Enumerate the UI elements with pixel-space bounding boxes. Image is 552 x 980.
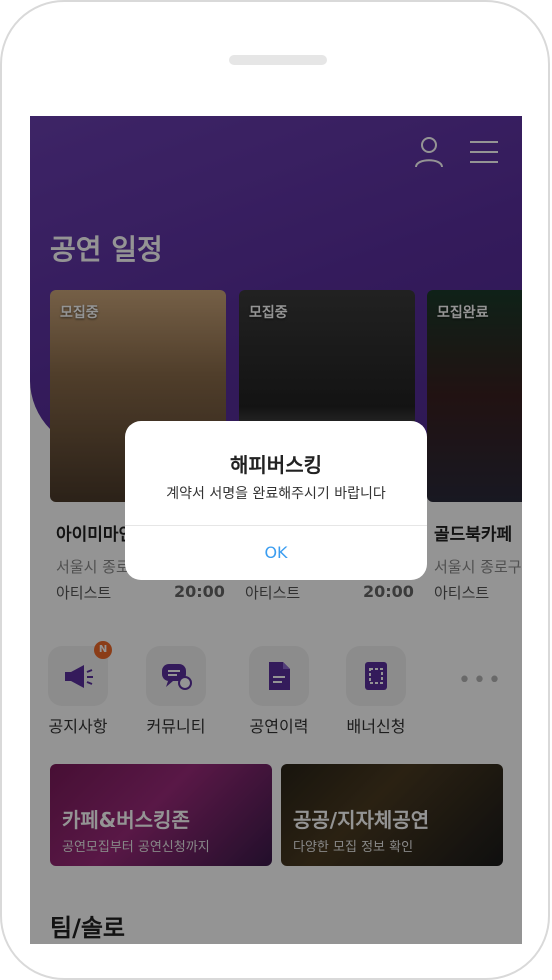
dialog-title: 해피버스킹 [230,453,322,477]
dialog-message: 계약서 서명을 완료해주시기 바랍니다 [166,486,386,502]
alert-dialog: 해피버스킹 계약서 서명을 완료해주시기 바랍니다 OK [125,421,427,580]
ok-button[interactable]: OK [125,526,427,580]
phone-speaker [229,55,327,65]
